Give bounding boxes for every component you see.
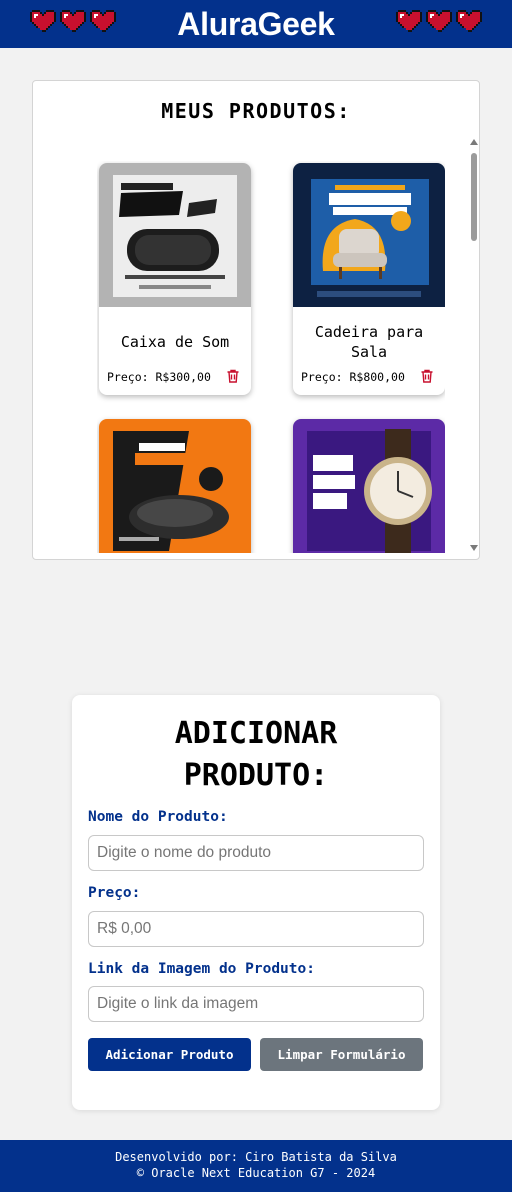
form-title-text: ADICIONAR PRODUTO: (174, 716, 338, 793)
product-card: Cadeira para Sala Preço: R$800,00 (293, 163, 445, 395)
add-product-button[interactable]: Adicionar Produto (88, 1038, 251, 1071)
clear-form-button[interactable]: Limpar Formulário (260, 1038, 423, 1071)
footer-credit: Desenvolvido por: Ciro Batista da Silva (115, 1150, 397, 1164)
scroll-up-arrow-icon[interactable] (470, 139, 478, 145)
product-card (293, 419, 445, 553)
product-image (293, 163, 445, 307)
site-logo[interactable]: AluraGeek (177, 6, 335, 43)
heart-icon (90, 10, 116, 32)
product-image (293, 419, 445, 553)
add-product-form: ADICIONAR PRODUTO: Nome do Produto: Preç… (72, 695, 440, 1110)
product-price-label: Preço: (88, 885, 141, 901)
product-name-input[interactable] (88, 835, 424, 871)
form-title: ADICIONAR PRODUTO: (72, 713, 440, 797)
price-label: Preço: (301, 370, 343, 384)
scroll-thumb[interactable] (471, 153, 477, 241)
product-name: Cadeira para Sala (314, 323, 424, 361)
hearts-left (30, 10, 116, 34)
product-image-input[interactable] (88, 986, 424, 1022)
product-grid[interactable]: Caixa de Som Preço: R$300,00 Cadeira par… (97, 161, 445, 553)
trash-icon[interactable] (419, 368, 435, 384)
heart-icon (60, 10, 86, 32)
heart-icon (396, 10, 422, 32)
site-footer: Desenvolvido por: Ciro Batista da Silva … (0, 1140, 512, 1192)
product-price: Preço: R$800,00 (301, 370, 405, 384)
products-title: MEUS PRODUTOS: (161, 99, 351, 123)
site-header: AluraGeek (0, 0, 512, 48)
product-card: Caixa de Som Preço: R$300,00 (99, 163, 251, 395)
products-panel: MEUS PRODUTOS: Caixa de Som Preço: R$300… (32, 80, 480, 560)
heart-icon (426, 10, 452, 32)
hearts-right (396, 10, 482, 34)
product-card (99, 419, 251, 553)
product-image-label: Link da Imagem do Produto: (88, 961, 315, 977)
price-value: R$800,00 (349, 370, 405, 384)
product-image (99, 163, 251, 307)
price-value: R$300,00 (155, 370, 211, 384)
heart-icon (456, 10, 482, 32)
product-image (99, 419, 251, 553)
product-price: Preço: R$300,00 (107, 370, 211, 384)
product-name: Caixa de Som (120, 333, 230, 351)
trash-icon[interactable] (225, 368, 241, 384)
product-price-input[interactable] (88, 911, 424, 947)
products-scrollbar[interactable] (469, 139, 479, 551)
product-name-label: Nome do Produto: (88, 809, 228, 825)
footer-copyright: © Oracle Next Education G7 - 2024 (136, 1166, 376, 1180)
heart-icon (30, 10, 56, 32)
scroll-down-arrow-icon[interactable] (470, 545, 478, 551)
price-label: Preço: (107, 370, 149, 384)
